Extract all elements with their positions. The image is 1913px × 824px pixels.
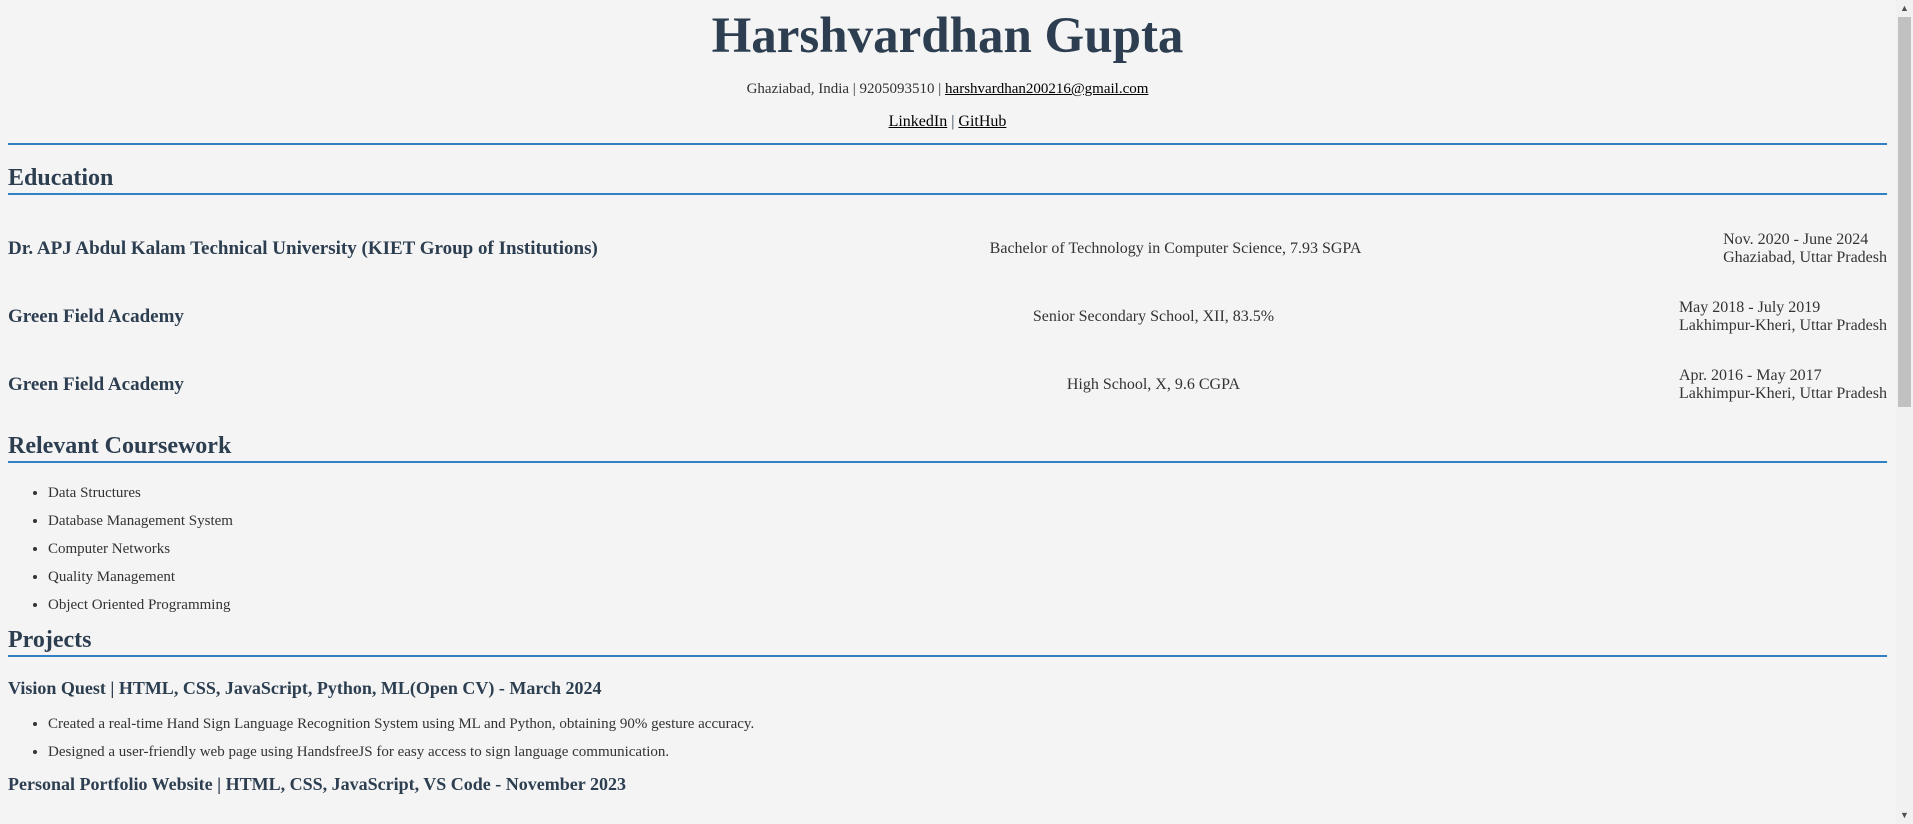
scrollbar-thumb[interactable]	[1898, 17, 1911, 407]
coursework-item: Database Management System	[48, 507, 1887, 535]
github-link[interactable]: GitHub	[958, 113, 1006, 130]
project-bullet: Designed a user-friendly web page using …	[48, 738, 1887, 766]
coursework-title: Relevant Coursework	[8, 433, 232, 459]
education-title: Education	[8, 165, 114, 191]
candidate-name: Harshvardhan Gupta	[711, 8, 1184, 64]
education-institution: Green Field Academy	[8, 306, 184, 327]
resume-header: Harshvardhan Gupta Ghaziabad, India | 92…	[8, 0, 1887, 130]
project-bullet: Created a real-time Hand Sign Language R…	[48, 710, 1887, 738]
education-institution: Dr. APJ Abdul Kalam Technical University…	[8, 238, 598, 259]
education-meta: May 2018 - July 2019 Lakhimpur-Kheri, Ut…	[1679, 299, 1887, 335]
education-divider	[8, 193, 1887, 195]
header-divider	[8, 143, 1887, 145]
email-link[interactable]: harshvardhan200216@gmail.com	[945, 81, 1148, 97]
coursework-divider	[8, 461, 1887, 463]
vertical-scrollbar[interactable]: ▲ ▼	[1896, 0, 1913, 824]
coursework-item: Object Oriented Programming	[48, 591, 1887, 619]
linkedin-link[interactable]: LinkedIn	[889, 113, 948, 130]
project-title: Vision Quest | HTML, CSS, JavaScript, Py…	[8, 678, 602, 698]
projects-section: Projects Vision Quest | HTML, CSS, JavaS…	[8, 627, 1887, 794]
education-degree: Bachelor of Technology in Computer Scien…	[989, 240, 1362, 257]
projects-divider	[8, 655, 1887, 657]
education-degree: Senior Secondary School, XII, 83.5%	[1032, 308, 1275, 325]
education-degree: High School, X, 9.6 CGPA	[1066, 376, 1241, 393]
education-dates: Nov. 2020 - June 2024	[1723, 231, 1869, 248]
coursework-list: Data Structures Database Management Syst…	[8, 479, 1887, 619]
education-institution: Green Field Academy	[8, 374, 184, 395]
education-entry: Green Field Academy Senior Secondary Sch…	[8, 283, 1887, 351]
coursework-item: Computer Networks	[48, 535, 1887, 563]
coursework-item: Data Structures	[48, 479, 1887, 507]
project-bullets: Created a real-time Hand Sign Language R…	[8, 710, 1887, 766]
link-separator: |	[947, 113, 959, 130]
scroll-down-arrow-icon[interactable]: ▼	[1896, 807, 1913, 824]
education-location: Lakhimpur-Kheri, Uttar Pradesh	[1678, 317, 1887, 334]
project-title: Personal Portfolio Website | HTML, CSS, …	[8, 774, 626, 794]
coursework-section: Relevant Coursework Data Structures Data…	[8, 433, 1887, 619]
education-entry: Dr. APJ Abdul Kalam Technical University…	[8, 215, 1887, 283]
education-dates: May 2018 - July 2019	[1678, 299, 1821, 316]
coursework-item: Quality Management	[48, 563, 1887, 591]
education-meta: Apr. 2016 - May 2017 Lakhimpur-Kheri, Ut…	[1679, 367, 1887, 403]
contact-line: Ghaziabad, India | 9205093510 | harshvar…	[8, 81, 1887, 97]
projects-title: Projects	[8, 627, 92, 653]
education-section: Education Dr. APJ Abdul Kalam Technical …	[8, 165, 1887, 419]
resume-page: Harshvardhan Gupta Ghaziabad, India | 92…	[8, 0, 1887, 794]
education-location: Lakhimpur-Kheri, Uttar Pradesh	[1678, 385, 1887, 402]
education-dates: Apr. 2016 - May 2017	[1678, 367, 1822, 384]
education-location: Ghaziabad, Uttar Pradesh	[1723, 249, 1887, 266]
education-entry: Green Field Academy High School, X, 9.6 …	[8, 351, 1887, 419]
contact-info: Ghaziabad, India | 9205093510 |	[746, 81, 946, 97]
scroll-up-arrow-icon[interactable]: ▲	[1896, 0, 1913, 17]
profile-links: LinkedIn | GitHub	[8, 114, 1887, 130]
education-meta: Nov. 2020 - June 2024 Ghaziabad, Uttar P…	[1723, 231, 1887, 267]
